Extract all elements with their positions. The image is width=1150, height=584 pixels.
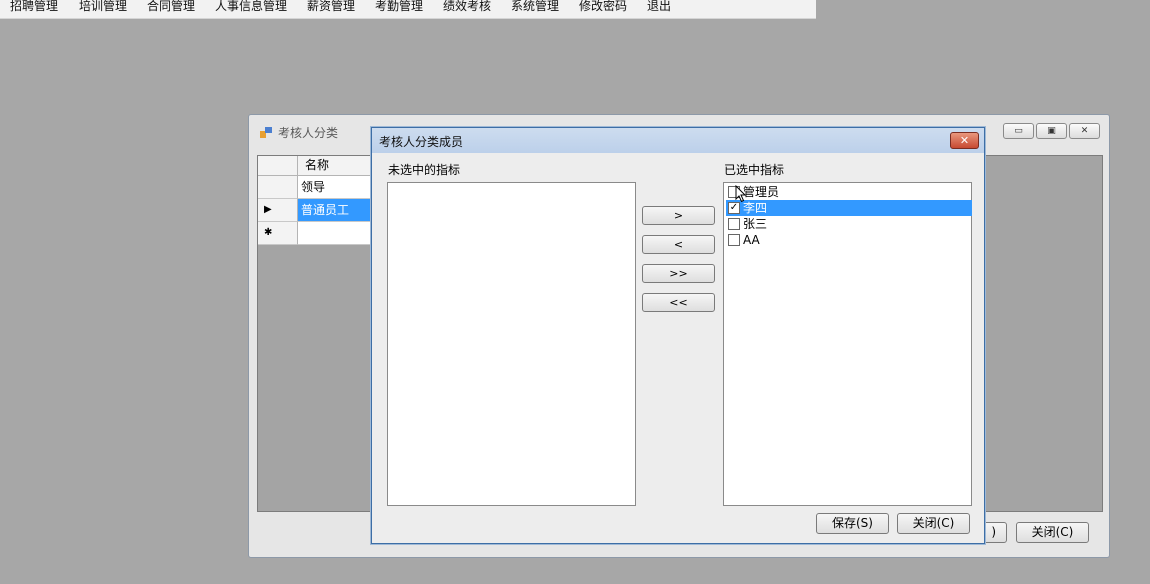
parent-close-button[interactable]: 关闭(C) — [1016, 522, 1089, 543]
checklist-item-label: 管理员 — [743, 185, 780, 199]
grid-corner-header[interactable] — [258, 156, 298, 176]
dialog-title: 考核人分类成员 — [379, 135, 464, 149]
checklist-item-selected[interactable]: ✓ 李四 — [726, 200, 972, 216]
menu-contract[interactable]: 合同管理 — [147, 0, 195, 15]
menu-attendance[interactable]: 考勤管理 — [375, 0, 423, 15]
menu-bar: 招聘管理 培训管理 合同管理 人事信息管理 薪资管理 考勤管理 绩效考核 系统管… — [0, 0, 816, 19]
window-close-button[interactable]: ✕ — [1069, 123, 1100, 139]
checklist-item[interactable]: AA — [726, 232, 972, 248]
menu-salary[interactable]: 薪资管理 — [307, 0, 355, 15]
selected-label: 已选中指标 — [724, 163, 785, 177]
menu-change-password[interactable]: 修改密码 — [579, 0, 627, 15]
save-button[interactable]: 保存(S) — [816, 513, 889, 534]
column-header-name[interactable]: 名称 — [298, 156, 378, 176]
checkbox-checked[interactable]: ✓ — [728, 202, 740, 214]
grid-cell-name[interactable]: 领导 — [298, 176, 378, 199]
add-all-button[interactable]: >> — [642, 264, 715, 283]
checklist-item-label: 张三 — [743, 217, 768, 231]
menu-performance[interactable]: 绩效考核 — [443, 0, 491, 15]
checklist-item[interactable]: 张三 — [726, 216, 972, 232]
grid-cell-new-row[interactable] — [298, 222, 378, 245]
menu-system[interactable]: 系统管理 — [511, 0, 559, 15]
row-header-new[interactable]: ✱ — [258, 222, 298, 245]
grid-cell-name-selected[interactable]: 普通员工 — [298, 199, 378, 222]
menu-training[interactable]: 培训管理 — [79, 0, 127, 15]
add-button[interactable]: > — [642, 206, 715, 225]
window-title: 考核人分类 — [278, 126, 339, 140]
row-header-current[interactable]: ▶ — [258, 199, 298, 222]
checkbox[interactable] — [728, 234, 740, 246]
mouse-cursor-icon — [735, 185, 747, 203]
checklist-item-label: AA — [743, 233, 760, 247]
dialog-titlebar[interactable]: 考核人分类成员 ✕ — [372, 128, 984, 153]
dialog-close-icon[interactable]: ✕ — [950, 132, 979, 149]
menu-personnel-info[interactable]: 人事信息管理 — [215, 0, 287, 15]
remove-button[interactable]: < — [642, 235, 715, 254]
menu-exit[interactable]: 退出 — [647, 0, 671, 15]
close-button[interactable]: 关闭(C) — [897, 513, 970, 534]
selected-checklist[interactable]: 管理员 ✓ 李四 张三 AA — [723, 182, 972, 506]
row-header[interactable] — [258, 176, 298, 199]
minimize-button[interactable]: ▭ — [1003, 123, 1034, 139]
checkbox[interactable] — [728, 218, 740, 230]
unselected-listbox[interactable] — [387, 182, 636, 506]
remove-all-button[interactable]: << — [642, 293, 715, 312]
menu-recruitment[interactable]: 招聘管理 — [10, 0, 58, 15]
window-app-icon — [260, 127, 272, 138]
category-members-dialog: 考核人分类成员 ✕ 未选中的指标 > < >> << 已选中指标 管理员 ✓ 李… — [371, 127, 985, 544]
unselected-label: 未选中的指标 — [388, 163, 461, 177]
restore-button[interactable]: ▣ — [1036, 123, 1067, 139]
checklist-item[interactable]: 管理员 — [726, 184, 972, 200]
